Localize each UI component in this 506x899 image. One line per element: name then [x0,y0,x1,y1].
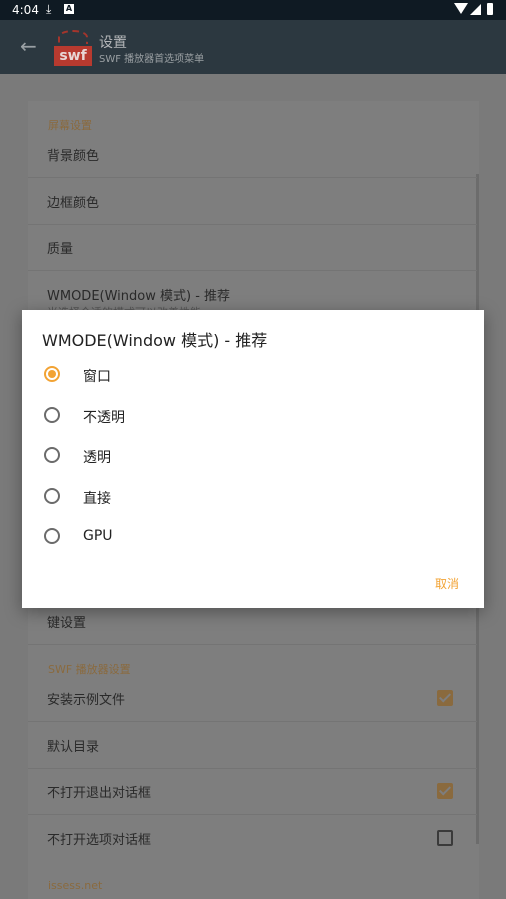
option-opaque[interactable]: 不透明 [22,396,484,436]
cancel-button[interactable]: 取消 [435,575,459,592]
radio-transparent[interactable] [44,447,60,463]
setting-border-color[interactable]: 边框颜色 [28,179,477,225]
checkbox-install-samples[interactable] [437,690,453,706]
back-arrow-icon[interactable]: ← [20,34,37,58]
setting-quality[interactable]: 质量 [28,225,477,271]
setting-no-options-dialog[interactable]: 不打开选项对话框 [28,816,477,862]
page-subtitle: SWF 播放器首选项菜单 [99,54,205,65]
dialog-title: WMODE(Window 模式) - 推荐 [42,331,268,350]
footer-link[interactable]: issess.net [48,879,102,892]
swf-logo: swf [54,28,92,66]
radio-opaque[interactable] [44,407,60,423]
wmode-dialog: WMODE(Window 模式) - 推荐 窗口 不透明 透明 直接 GPU 取… [22,310,484,608]
option-direct[interactable]: 直接 [22,477,484,517]
option-window[interactable]: 窗口 [22,355,484,395]
page-title: 设置 [99,35,127,51]
radio-window[interactable] [44,366,60,382]
section-player-settings: SWF 播放器设置 [48,663,131,676]
app-toolbar: ← swf 设置 SWF 播放器首选项菜单 [0,20,506,74]
download-icon: ⤓ [46,2,52,16]
status-time: 4:04 [12,3,39,17]
wifi-icon [454,3,468,14]
radio-gpu[interactable] [44,528,60,544]
checkbox-no-options-dialog[interactable] [437,830,453,846]
notification-icon: A [64,4,74,14]
status-bar: 4:04 ⤓ A [0,0,506,20]
option-transparent[interactable]: 透明 [22,436,484,476]
setting-background-color[interactable]: 背景颜色 [28,132,477,178]
setting-install-samples[interactable]: 安装示例文件 [28,676,477,722]
setting-default-directory[interactable]: 默认目录 [28,723,477,769]
option-gpu[interactable]: GPU [22,517,484,557]
radio-direct[interactable] [44,488,60,504]
setting-no-exit-dialog[interactable]: 不打开退出对话框 [28,769,477,815]
signal-icon [470,4,481,15]
section-screen-settings: 屏幕设置 [48,119,92,132]
battery-icon [487,3,493,15]
checkbox-no-exit-dialog[interactable] [437,783,453,799]
